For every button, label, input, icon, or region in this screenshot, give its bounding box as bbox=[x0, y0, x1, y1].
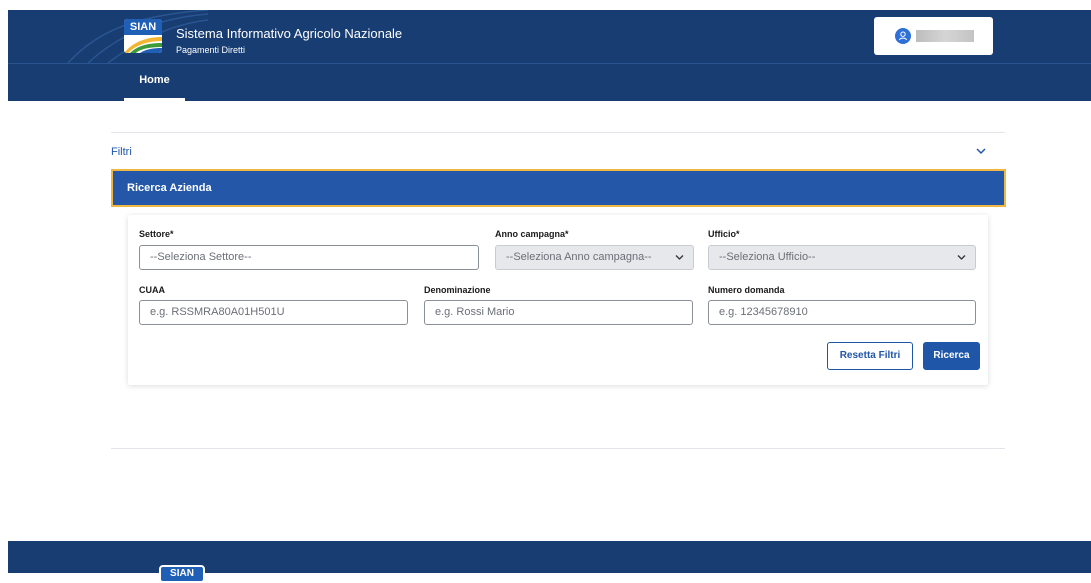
search-form-card: Settore* --Seleziona Settore-- Anno camp… bbox=[128, 215, 988, 385]
cuaa-input[interactable]: e.g. RSSMRA80A01H501U bbox=[139, 300, 408, 325]
cuaa-label: CUAA bbox=[139, 285, 165, 295]
app-subtitle: Pagamenti Diretti bbox=[176, 45, 246, 55]
settore-label: Settore* bbox=[139, 229, 174, 239]
app-footer: SIAN bbox=[8, 541, 1091, 583]
search-button[interactable]: Ricerca bbox=[923, 342, 980, 370]
main-nav: Home bbox=[8, 63, 1091, 101]
chevron-down-icon[interactable] bbox=[975, 146, 987, 156]
filters-toggle-label[interactable]: Filtri bbox=[111, 146, 132, 158]
numero-domanda-input[interactable]: e.g. 12345678910 bbox=[708, 300, 976, 325]
app-title: Sistema Informativo Agricolo Nazionale bbox=[176, 26, 403, 41]
denominazione-label: Denominazione bbox=[424, 285, 491, 295]
anno-campagna-select[interactable]: --Seleziona Anno campagna-- bbox=[495, 245, 694, 270]
ufficio-select[interactable]: --Seleziona Ufficio-- bbox=[708, 245, 976, 270]
app-header: SIAN Sistema Informativo Agricolo Nazion… bbox=[8, 10, 1091, 63]
chevron-down-icon bbox=[957, 255, 966, 260]
ufficio-label: Ufficio* bbox=[708, 229, 740, 239]
ricerca-azienda-header[interactable]: Ricerca Azienda bbox=[111, 169, 1006, 207]
user-icon bbox=[895, 28, 911, 44]
user-name-redacted bbox=[916, 30, 974, 42]
chevron-down-icon bbox=[675, 255, 684, 260]
sian-logo[interactable]: SIAN bbox=[124, 19, 162, 53]
sian-logo-fields-icon bbox=[124, 35, 162, 53]
anno-campagna-label: Anno campagna* bbox=[495, 229, 569, 239]
nav-tab-home[interactable]: Home bbox=[124, 64, 185, 101]
filters-top-divider bbox=[111, 132, 1005, 133]
reset-filters-button[interactable]: Resetta Filtri bbox=[827, 342, 913, 370]
numero-domanda-label: Numero domanda bbox=[708, 285, 785, 295]
anno-campagna-value: --Seleziona Anno campagna-- bbox=[506, 251, 652, 263]
sian-logo-text: SIAN bbox=[124, 19, 162, 35]
ufficio-value: --Seleziona Ufficio-- bbox=[719, 251, 816, 263]
user-menu-button[interactable] bbox=[874, 17, 993, 55]
filters-bottom-divider bbox=[111, 448, 1005, 449]
denominazione-input[interactable]: e.g. Rossi Mario bbox=[424, 300, 693, 325]
footer-sian-logo: SIAN bbox=[159, 565, 205, 583]
settore-input[interactable]: --Seleziona Settore-- bbox=[139, 245, 479, 270]
